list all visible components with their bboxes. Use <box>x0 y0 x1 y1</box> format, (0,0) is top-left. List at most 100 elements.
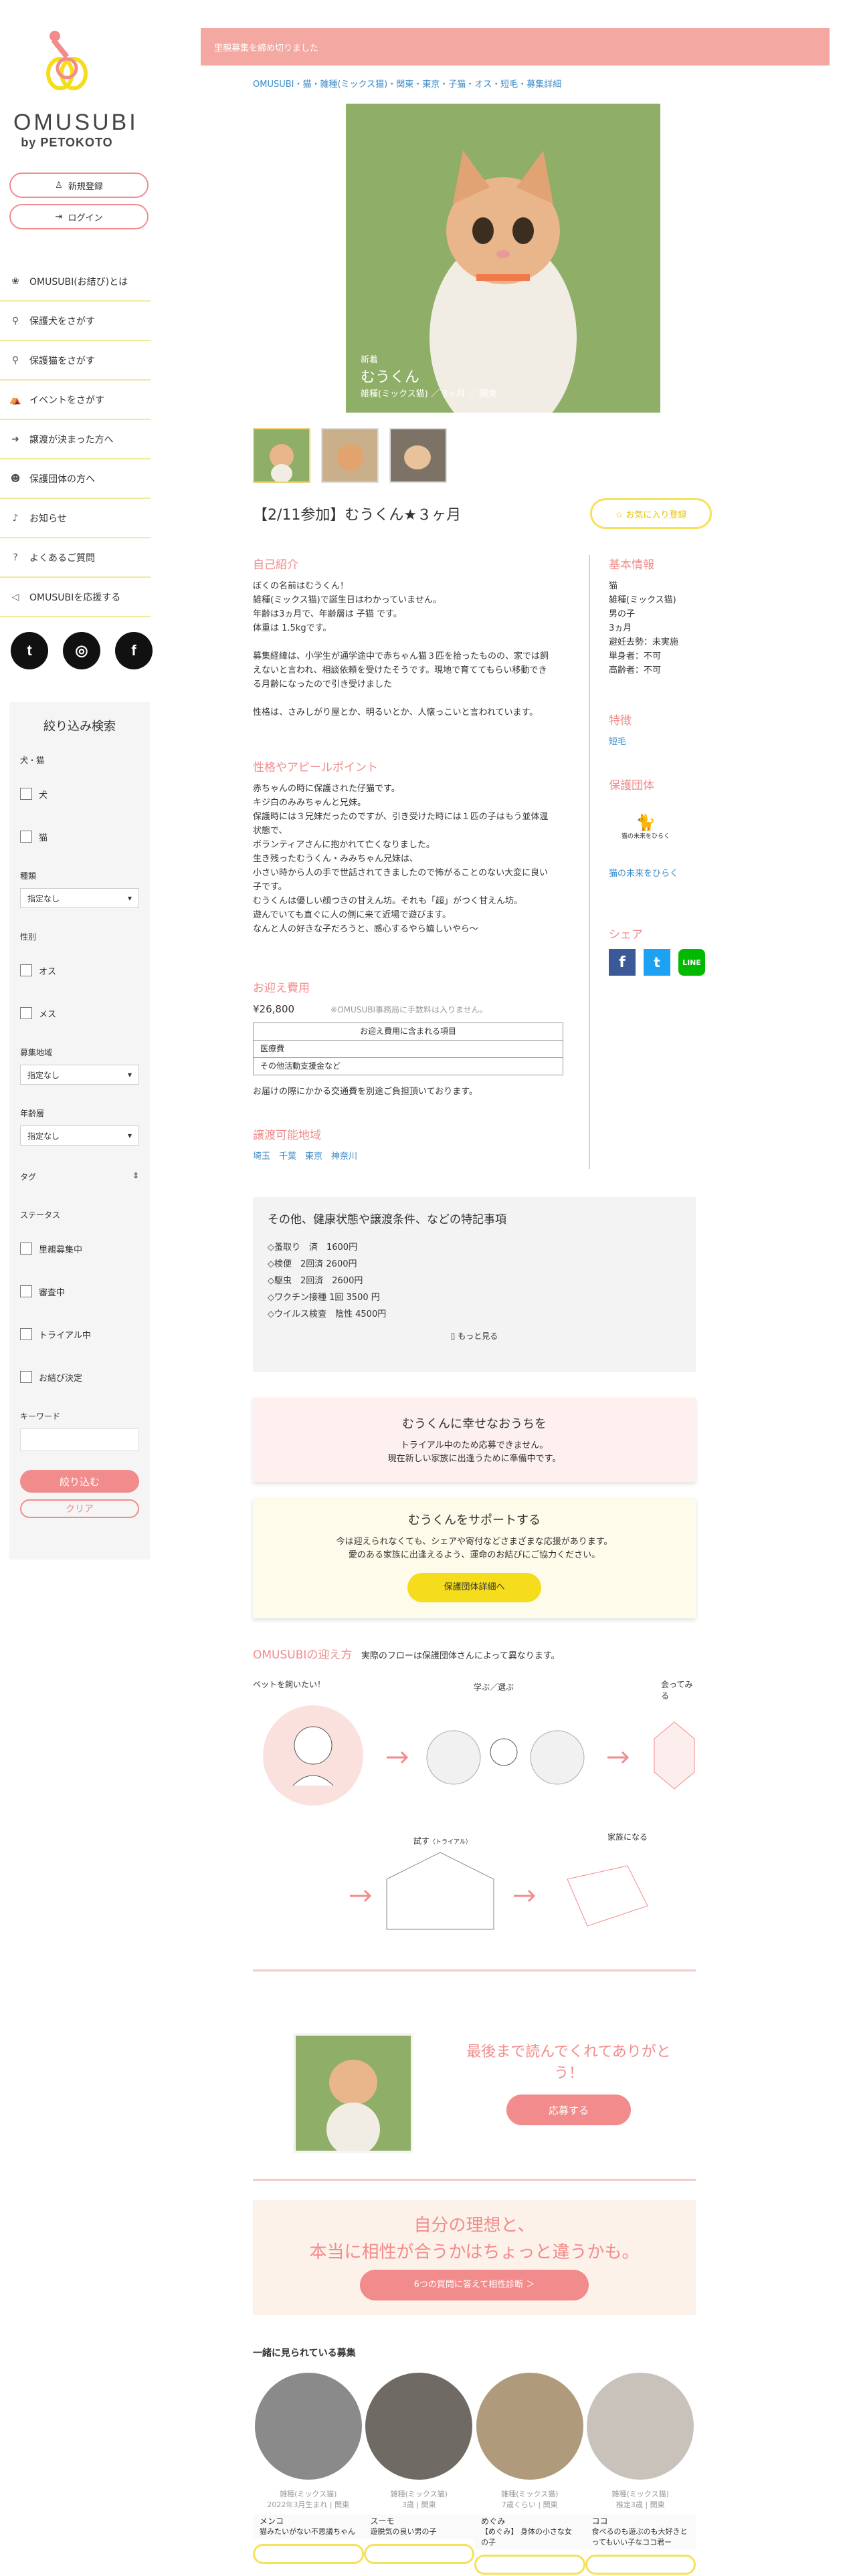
conditions-box: その他、健康状態や譲渡条件、などの特記事項 ◇蚤取り 済 1600円 ◇検便 2… <box>253 1197 696 1372</box>
related-card[interactable]: 雑種(ミックス猫) 推定3歳 | 関東 ココ 食べるのも遊ぶのも大好きとってもいい… <box>585 2373 696 2575</box>
breed-label: 種類 <box>20 871 37 881</box>
thumbnail-list <box>253 428 447 483</box>
nav-faq[interactable]: ? よくあるご質問 <box>0 538 151 578</box>
flow-step-label: 試す（トライアル） <box>413 1835 472 1846</box>
appeal-line: 小さい時から人の手で世話されてきましたので怖がることのない大変に良い <box>253 868 549 878</box>
checkbox[interactable] <box>20 1243 32 1255</box>
bell-icon: ♪ <box>12 512 19 524</box>
brand-sub: by PETOKOTO <box>21 136 113 149</box>
instagram-icon[interactable]: ◎ <box>63 632 100 669</box>
select-value: 指定なし <box>27 1131 60 1141</box>
tag-label: タグ <box>20 1172 37 1182</box>
related-heading: 一緒に見られている募集 <box>253 2348 356 2359</box>
intro-line: 募集経緯は、小学生が通学途中で赤ちゃん猫３匹を拾ったものの、家では飼 <box>253 651 549 661</box>
breed-select[interactable]: 指定なし ▾ <box>20 888 139 908</box>
area-list[interactable]: 埼玉 千葉 東京 神奈川 <box>253 1150 567 1164</box>
basic-line: 雑種(ミックス猫) <box>609 595 676 605</box>
nav-search-dogs[interactable]: ⚲ 保護犬をさがす <box>0 302 151 341</box>
breadcrumb[interactable]: OMUSUBI・猫・雑種(ミックス猫)・関東・東京・子猫・オス・短毛・募集詳細 <box>253 77 561 90</box>
org-detail-button[interactable]: 保護団体詳細へ <box>407 1573 541 1602</box>
thumbnail[interactable] <box>253 428 310 483</box>
knot-icon: ❀ <box>11 276 19 287</box>
intro-line: えないと言われ、相談依頼を受けたそうです。現地で育ててもらい移動でき <box>253 665 547 675</box>
condition-line: ◇蚤取り 済 1600円 <box>268 1243 358 1253</box>
flow-title: OMUSUBIの迎え方 実際のフローは保護団体さんによって異なります。 <box>253 1645 559 1662</box>
related-desc: 遊脱気の良い男の子 <box>370 2527 437 2536</box>
appeal-line: 赤ちゃんの時に保護された仔猫です。 <box>253 784 400 794</box>
checkbox-label: オス <box>39 966 57 977</box>
org-logo[interactable]: 🐈 猫の未来をひらく <box>609 800 682 860</box>
nav-adopted[interactable]: ➜ 譲渡が決まった方へ <box>0 420 151 459</box>
checkbox-female[interactable]: メス <box>20 992 139 1035</box>
checkbox-male[interactable]: オス <box>20 949 139 992</box>
section-heading: 性格やアピールポイント <box>253 761 378 774</box>
nav-about[interactable]: ❀ OMUSUBI(お結び)とは <box>0 262 151 302</box>
intro-line: ぼくの名前はむうくん！ <box>253 581 349 591</box>
facebook-share-icon[interactable]: f <box>609 949 636 976</box>
related-card[interactable]: 雑種(ミックス猫) 7歳くらい | 関東 めぐみ 【めぐみ】 身体の小さな女の子 <box>474 2373 585 2575</box>
nav-events[interactable]: ⛺ イベントをさがす <box>0 381 151 420</box>
related-card[interactable]: 雑種(ミックス猫) 3歳 | 関東 スーモ 遊脱気の良い男の子 <box>363 2373 474 2575</box>
more-button[interactable]: ▯ もっと見る <box>268 1328 681 1345</box>
related-fav-button[interactable] <box>585 2555 696 2575</box>
checkbox-cat[interactable]: 猫 <box>20 815 139 858</box>
thanks-block: 最後まで読んでくれてありがとう！ 応募する <box>455 2040 682 2125</box>
thumbnail[interactable] <box>389 428 447 483</box>
nav-label: 保護猫をさがす <box>29 355 95 366</box>
checkbox[interactable] <box>20 1285 32 1297</box>
fee-footnote: お届けの際にかかる交通費を別途ご負担頂いております。 <box>253 1087 478 1097</box>
twitter-icon[interactable]: t <box>11 632 48 669</box>
fee-section: お迎え費用 ¥26,800 ※OMUSUBI事務局に手数料は入りません。 お迎え… <box>253 982 567 1099</box>
related-name: スーモ <box>370 2516 395 2526</box>
features: 特徴 短毛 <box>609 714 632 749</box>
feature-tag[interactable]: 短毛 <box>609 735 632 749</box>
checkbox-status-trial[interactable]: トライアル中 <box>20 1313 139 1356</box>
diagnosis-button[interactable]: 6つの質問に答えて相性診断 ＞ <box>360 2270 589 2300</box>
tag-toggle[interactable]: タグ ⇕ <box>20 1171 139 1182</box>
checkbox-status-recruiting[interactable]: 里親募集中 <box>20 1227 139 1270</box>
nav-news[interactable]: ♪ お知らせ <box>0 499 151 538</box>
logo[interactable]: OMUSUBI by PETOKOTO <box>13 27 136 150</box>
checkbox-status-decided[interactable]: お結び決定 <box>20 1356 139 1398</box>
facebook-icon[interactable]: f <box>115 632 153 669</box>
thumbnail[interactable] <box>321 428 379 483</box>
checkbox[interactable] <box>20 1328 32 1340</box>
checkbox[interactable] <box>20 1007 32 1019</box>
support-heading: むうくんをサポートする <box>408 1513 541 1527</box>
org-logo-text: 猫の未来をひらく <box>621 833 670 840</box>
related-fav-button[interactable] <box>474 2555 585 2575</box>
age-label: 年齢層 <box>20 1109 45 1118</box>
related-card[interactable]: 雑種(ミックス猫) 2022年3月生まれ | 関東 メンコ 猫みたいがない不思議ち… <box>253 2373 364 2575</box>
related-meta: 雑種(ミックス猫) <box>611 2490 669 2498</box>
checkbox[interactable] <box>20 1371 32 1383</box>
area-select[interactable]: 指定なし ▾ <box>20 1065 139 1085</box>
intro-line: る月齢になったので引き受けました <box>253 679 393 689</box>
register-button[interactable]: ♙ 新規登録 <box>9 173 149 198</box>
section-heading: お迎え費用 <box>253 982 310 995</box>
checkbox-status-review[interactable]: 審査中 <box>20 1270 139 1313</box>
login-button[interactable]: ⇥ ログイン <box>9 204 149 229</box>
line-share-icon[interactable]: LINE <box>678 949 705 976</box>
filter-submit-button[interactable]: 絞り込む <box>20 1470 139 1493</box>
filter-clear-button[interactable]: クリア <box>20 1499 139 1518</box>
nav-organizations[interactable]: ☻ 保護団体の方へ <box>0 459 151 499</box>
favorite-button[interactable]: ☆ お気に入り登録 <box>590 498 712 529</box>
related-fav-button[interactable] <box>363 2544 474 2564</box>
related-meta: 雑種(ミックス猫) <box>390 2490 448 2498</box>
related-fav-button[interactable] <box>253 2544 364 2564</box>
checkbox-label: 里親募集中 <box>39 1245 83 1255</box>
checkbox-dog[interactable]: 犬 <box>20 772 139 815</box>
age-select[interactable]: 指定なし ▾ <box>20 1125 139 1146</box>
related-name: めぐみ <box>481 2516 506 2526</box>
org-link[interactable]: 猫の未来をひらく <box>609 867 682 881</box>
apply-button[interactable]: 応募する <box>506 2095 631 2125</box>
keyword-input[interactable] <box>20 1428 139 1451</box>
related-photo <box>587 2373 694 2480</box>
nav-search-cats[interactable]: ⚲ 保護猫をさがす <box>0 341 151 381</box>
checkbox[interactable] <box>20 964 32 976</box>
compatibility-banner[interactable]: 自分の理想と、 本当に相性が合うかはちょっと違うかも。 6つの質問に答えて相性診… <box>253 2200 696 2315</box>
checkbox[interactable] <box>20 831 32 843</box>
checkbox[interactable] <box>20 788 32 800</box>
nav-support[interactable]: ◁ OMUSUBIを応援する <box>0 578 151 617</box>
twitter-share-icon[interactable]: t <box>644 949 670 976</box>
